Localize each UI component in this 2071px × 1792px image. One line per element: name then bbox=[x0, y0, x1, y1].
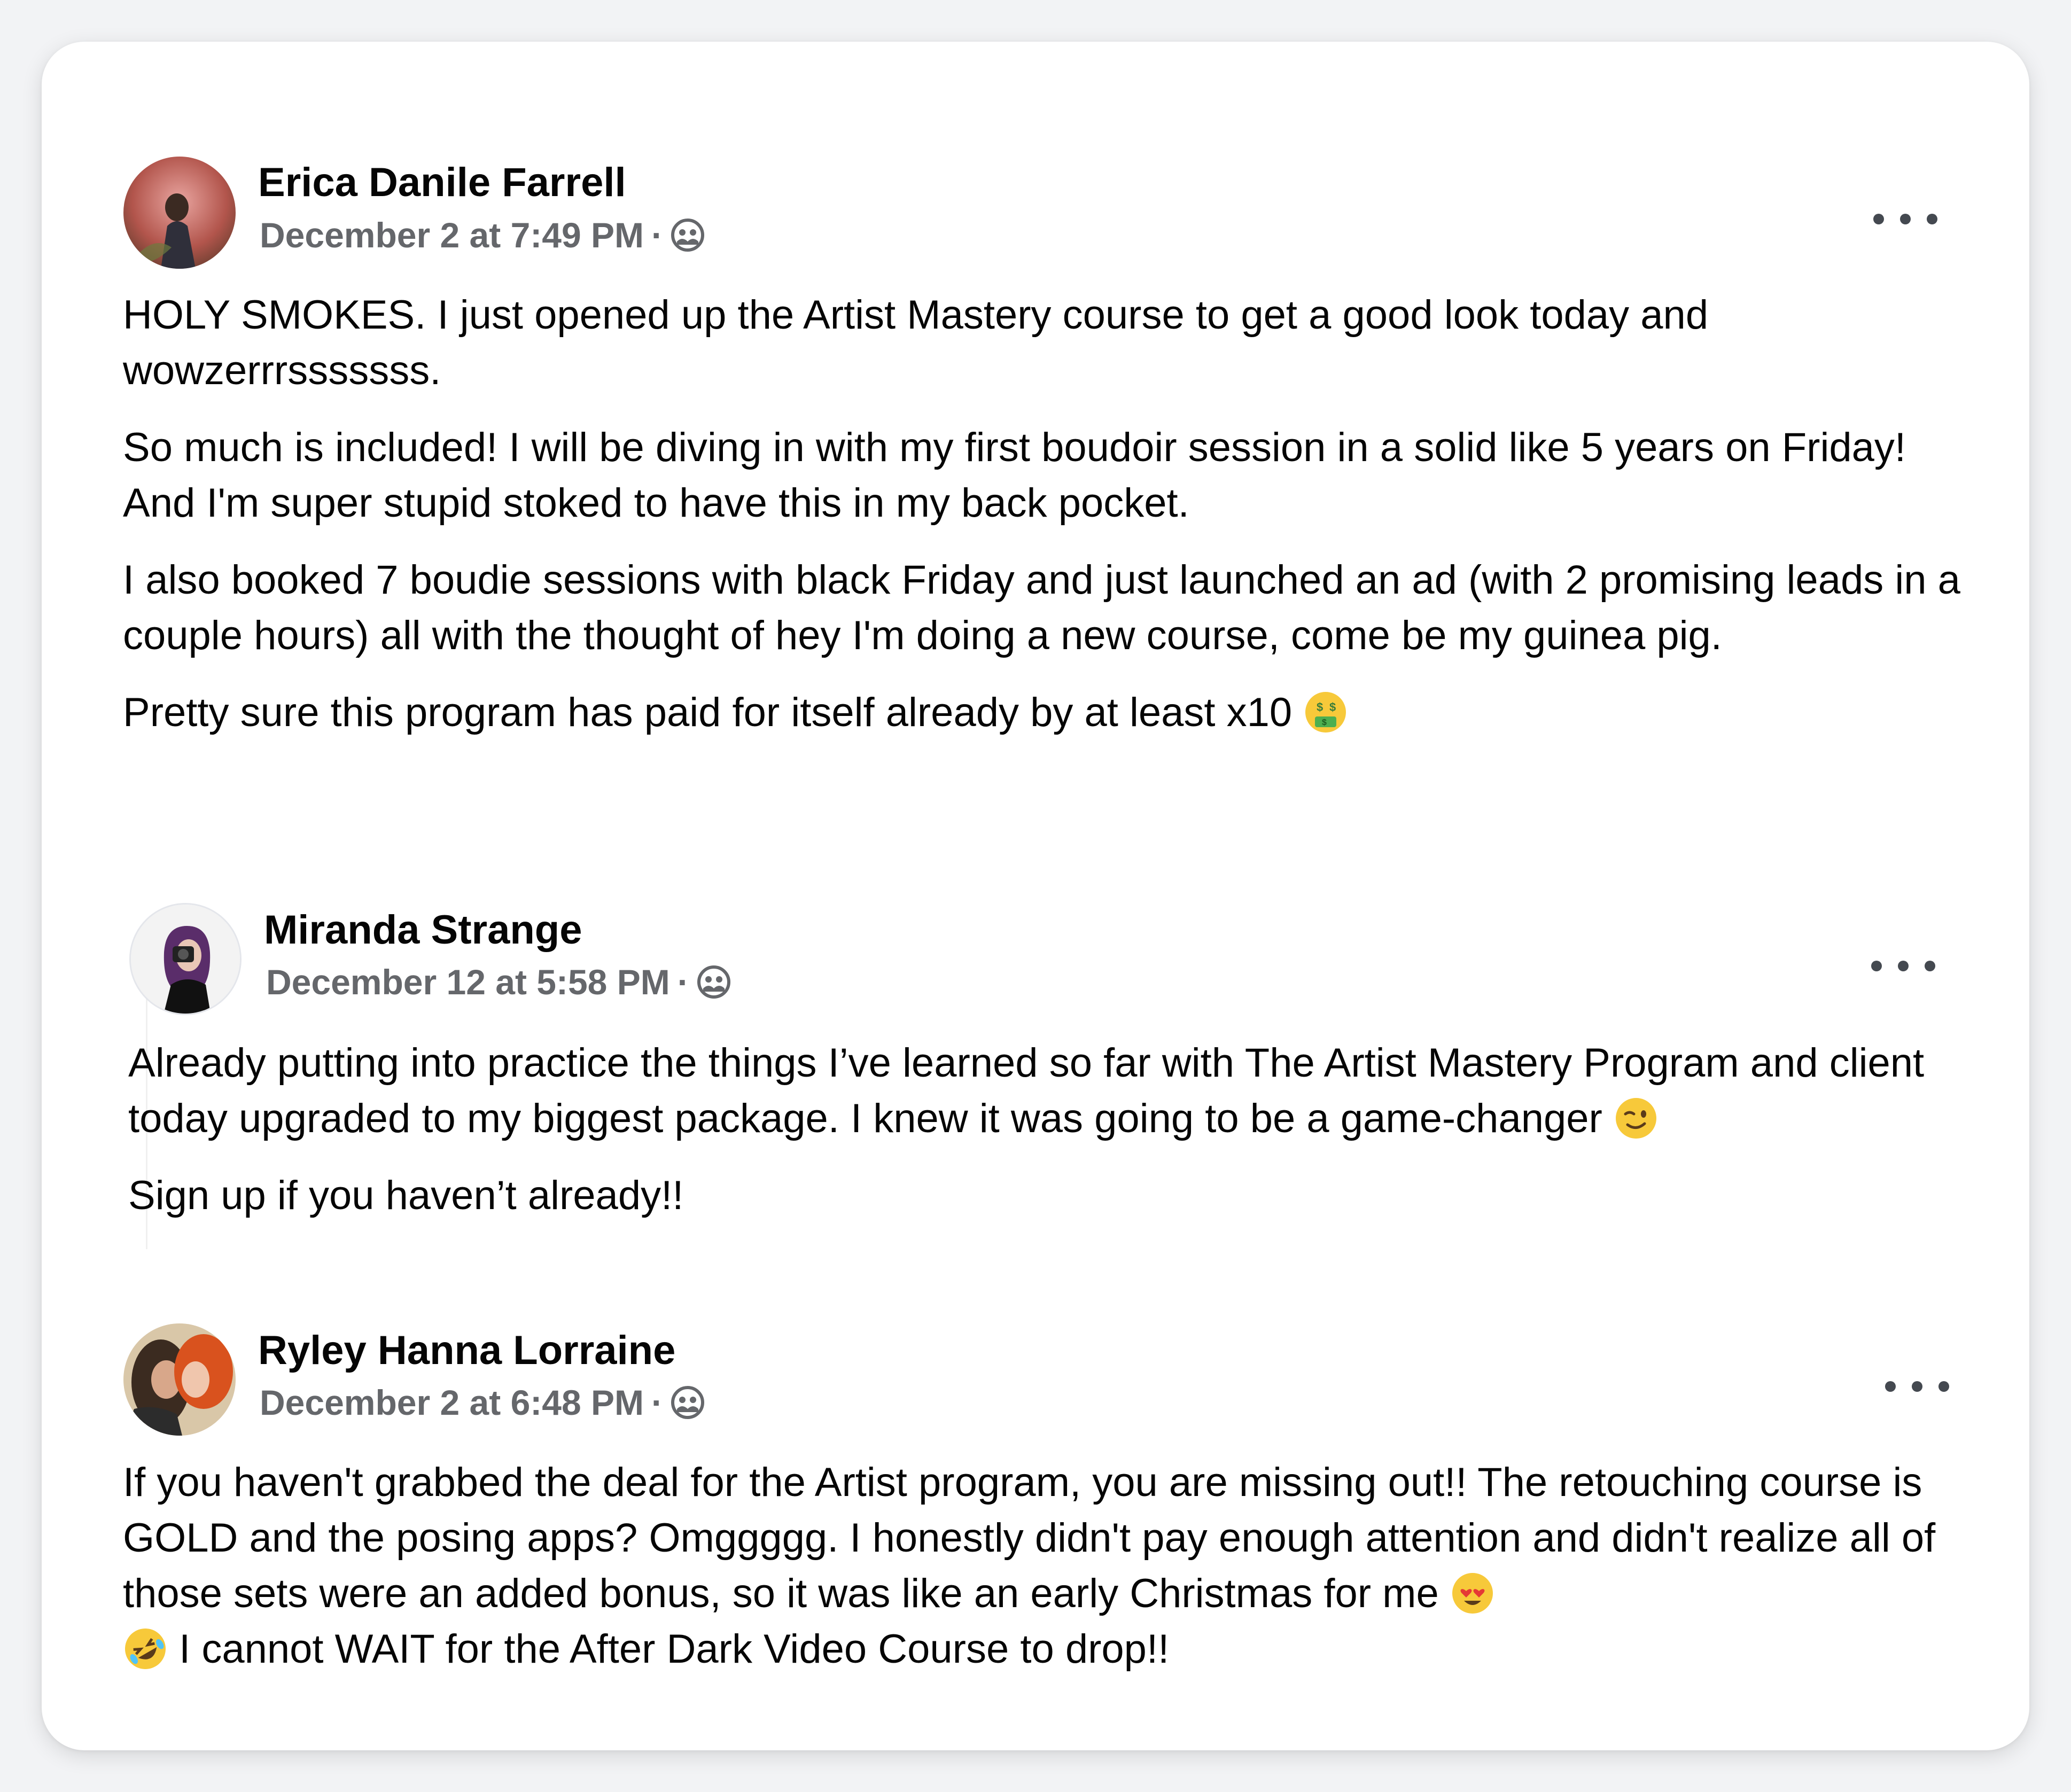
svg-text:$: $ bbox=[1322, 718, 1327, 727]
post-paragraph: I also booked 7 boudie sessions with bla… bbox=[123, 557, 1960, 658]
meta-separator: · bbox=[677, 962, 689, 1002]
post-paragraph-last: Pretty sure this program has paid for it… bbox=[123, 685, 1982, 741]
group-icon bbox=[671, 1386, 704, 1419]
post-body: HOLY SMOKES. I just opened up the Artist… bbox=[123, 287, 1982, 762]
post-paragraph-text: I cannot WAIT for the After Dark Video C… bbox=[179, 1626, 1170, 1672]
group-icon bbox=[671, 219, 704, 252]
avatar[interactable] bbox=[129, 903, 242, 1015]
rolling-laughing-face-icon bbox=[125, 1629, 166, 1669]
post-paragraph: HOLY SMOKES. I just opened up the Artist… bbox=[123, 292, 1709, 393]
post-paragraph-text: Pretty sure this program has paid for it… bbox=[123, 690, 1293, 735]
more-options-icon[interactable] bbox=[1871, 950, 1935, 982]
author-name[interactable]: Erica Danile Farrell bbox=[258, 159, 626, 206]
avatar[interactable] bbox=[123, 1323, 236, 1436]
meta-separator: · bbox=[651, 1383, 663, 1422]
post-body: If you haven't grabbed the deal for the … bbox=[123, 1455, 1982, 1698]
meta-separator: · bbox=[651, 215, 663, 255]
post-paragraph: Already putting into practice the things… bbox=[128, 1035, 1988, 1147]
avatar[interactable] bbox=[123, 157, 236, 269]
post-paragraph: Sign up if you haven’t already!! bbox=[128, 1173, 684, 1218]
svg-text:$: $ bbox=[1317, 700, 1323, 714]
post-paragraph: So much is included! I will be diving in… bbox=[123, 425, 1906, 526]
avatar-photo-icon bbox=[131, 905, 240, 1014]
group-icon bbox=[697, 965, 730, 999]
post-meta: December 12 at 5:58 PM · bbox=[266, 962, 731, 1002]
more-options-icon[interactable] bbox=[1873, 203, 1937, 235]
timestamp[interactable]: December 12 at 5:58 PM bbox=[266, 962, 670, 1002]
timestamp[interactable]: December 2 at 6:48 PM bbox=[260, 1382, 644, 1423]
timestamp[interactable]: December 2 at 7:49 PM bbox=[260, 215, 644, 255]
winking-face-icon bbox=[1615, 1098, 1656, 1139]
post-meta: December 2 at 7:49 PM · bbox=[260, 215, 705, 255]
money-mouth-face-icon: $ $ $ bbox=[1305, 692, 1346, 733]
post-body: Already putting into practice the things… bbox=[128, 1035, 1988, 1245]
author-name[interactable]: Miranda Strange bbox=[264, 907, 582, 953]
avatar-photo-icon bbox=[123, 1323, 236, 1436]
heart-eyes-face-icon bbox=[1452, 1573, 1493, 1614]
post-paragraph-text: If you haven't grabbed the deal for the … bbox=[123, 1460, 1936, 1616]
avatar-photo-icon bbox=[123, 157, 236, 269]
post-paragraph: If you haven't grabbed the deal for the … bbox=[123, 1455, 1982, 1677]
testimonials-card: Erica Danile Farrell December 2 at 7:49 … bbox=[42, 42, 2029, 1750]
author-name[interactable]: Ryley Hanna Lorraine bbox=[258, 1327, 675, 1374]
svg-text:$: $ bbox=[1329, 700, 1336, 714]
post-meta: December 2 at 6:48 PM · bbox=[260, 1382, 705, 1423]
more-options-icon[interactable] bbox=[1885, 1370, 1949, 1403]
